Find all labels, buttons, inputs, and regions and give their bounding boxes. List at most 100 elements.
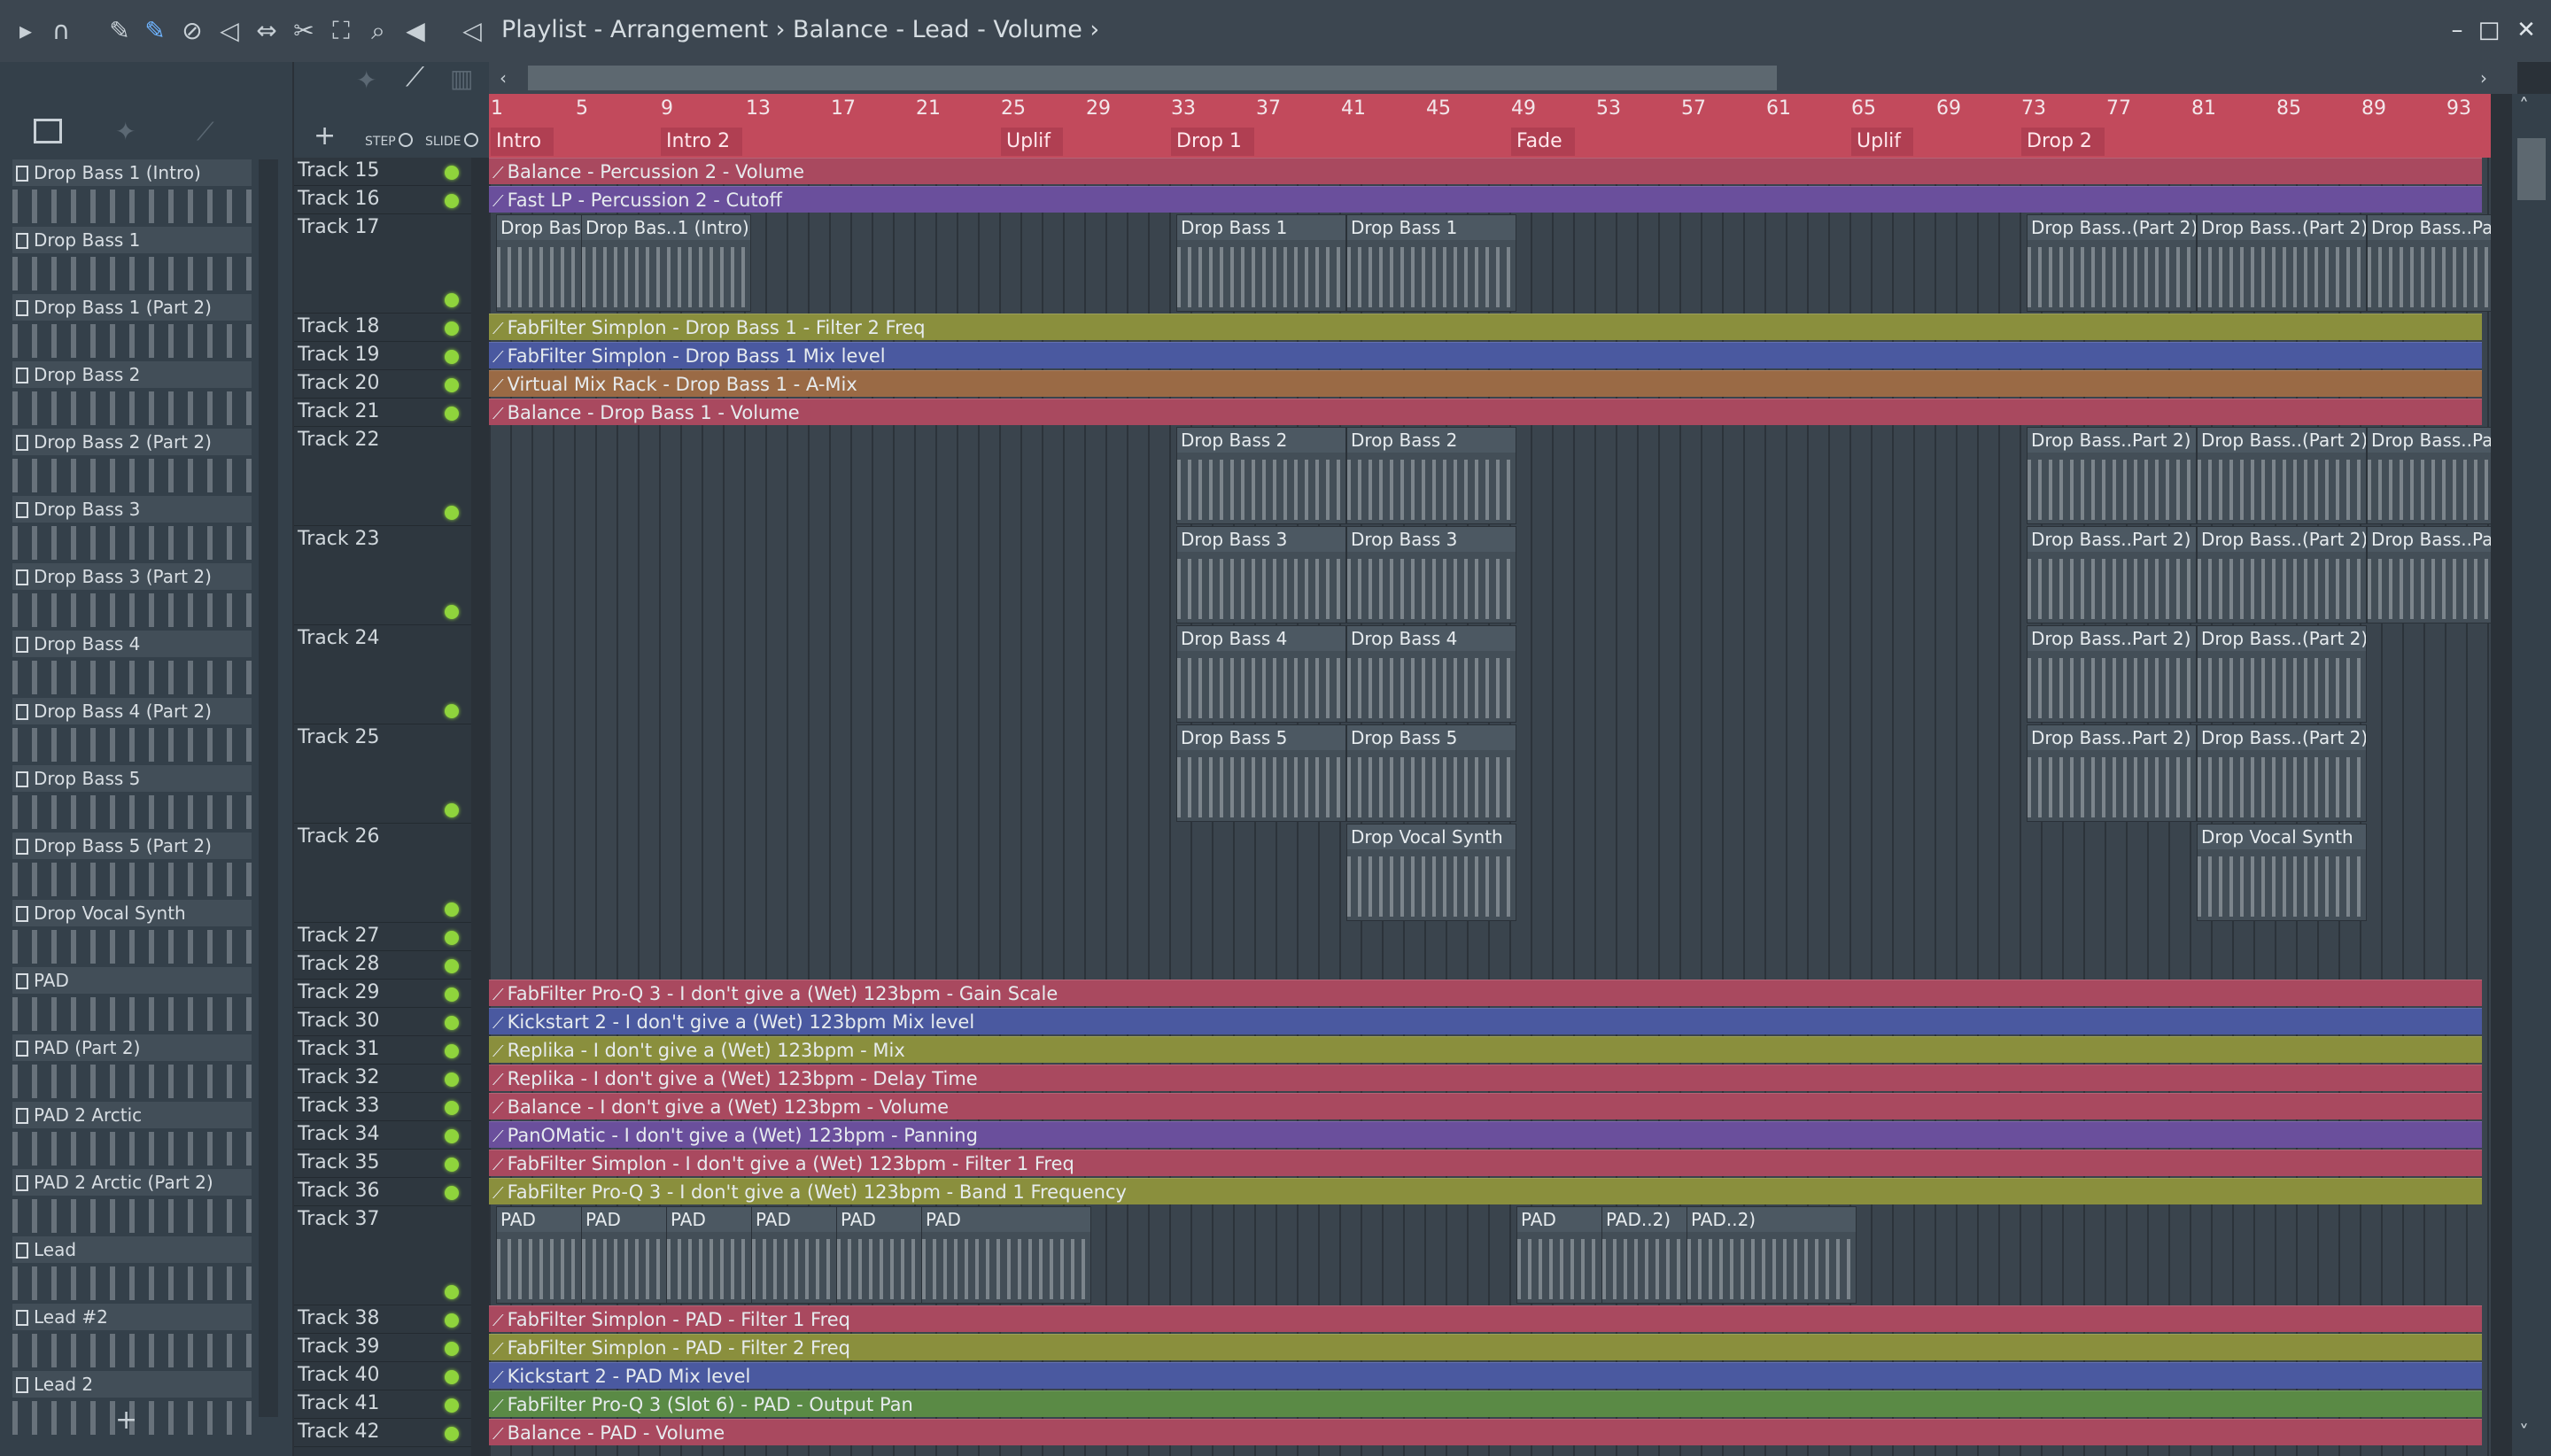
- pattern-item[interactable]: PAD: [12, 967, 252, 1033]
- pattern-clip[interactable]: Drop Bass..(Part 2): [2197, 214, 2367, 312]
- track-header[interactable]: Track 37: [294, 1206, 471, 1305]
- scroll-down-icon[interactable]: ˅: [2519, 1422, 2529, 1444]
- track-header[interactable]: Track 34: [294, 1121, 471, 1150]
- automation-clip[interactable]: ⟋ FabFilter Simplon - Drop Bass 1 - Filte…: [489, 314, 2482, 340]
- track-mute-led[interactable]: [445, 1129, 459, 1143]
- automation-clip[interactable]: ⟋ FabFilter Pro-Q 3 (Slot 6) - PAD - Outp…: [489, 1390, 2482, 1417]
- track-mute-led[interactable]: [445, 506, 459, 520]
- track-header[interactable]: Track 31: [294, 1036, 471, 1065]
- track-mute-led[interactable]: [445, 378, 459, 392]
- pattern-item[interactable]: Drop Bass 2 (Part 2): [12, 429, 252, 494]
- track-header[interactable]: Track 35: [294, 1150, 471, 1178]
- pattern-clip[interactable]: Drop Bass..(Part 2): [2197, 625, 2367, 723]
- timeline-marker[interactable]: Drop 1: [1171, 128, 1254, 156]
- timeline-marker[interactable]: Drop 2: [2021, 128, 2105, 156]
- timeline-marker[interactable]: Uplif: [1001, 128, 1064, 156]
- pattern-clip[interactable]: Drop Bass 3: [1176, 526, 1346, 623]
- slide-toggle[interactable]: [464, 133, 478, 147]
- automation-clip[interactable]: ⟋ Balance - Percussion 2 - Volume: [489, 158, 2482, 184]
- scroll-right-icon[interactable]: ›: [2480, 67, 2487, 89]
- pattern-clip[interactable]: Drop Bass..(Part 2): [2197, 724, 2367, 822]
- pattern-item[interactable]: Drop Vocal Synth: [12, 900, 252, 965]
- pattern-item[interactable]: Drop Bass 5 (Part 2): [12, 833, 252, 898]
- pattern-clip[interactable]: Drop Bass..Part 2): [2027, 724, 2197, 822]
- pattern-clip[interactable]: PAD: [921, 1206, 1091, 1304]
- automation-clip[interactable]: ⟋ PanOMatic - I don't give a (Wet) 123bpm…: [489, 1121, 2482, 1148]
- pattern-clip[interactable]: Drop Bass 5: [1176, 724, 1346, 822]
- track-mute-led[interactable]: [445, 1427, 459, 1441]
- track-mute-led[interactable]: [445, 1186, 459, 1200]
- automation-clip[interactable]: ⟋ Balance - I don't give a (Wet) 123bpm -…: [489, 1093, 2482, 1119]
- scroll-up-icon[interactable]: ˄: [2519, 96, 2529, 118]
- slice-icon[interactable]: ✂: [289, 16, 319, 46]
- maximize-button[interactable]: □: [2473, 14, 2505, 46]
- track-mute-led[interactable]: [445, 407, 459, 421]
- automation-clip[interactable]: ⟋ Kickstart 2 - I don't give a (Wet) 123b…: [489, 1008, 2482, 1034]
- track-mute-led[interactable]: [445, 605, 459, 619]
- track-mute-led[interactable]: [445, 1016, 459, 1030]
- track-header[interactable]: Track 33: [294, 1093, 471, 1121]
- brush-icon[interactable]: ✎: [140, 16, 170, 46]
- pencil-icon[interactable]: ✎: [105, 16, 135, 46]
- pattern-clip[interactable]: Drop Bass 5: [1346, 724, 1516, 822]
- pattern-clip[interactable]: Drop Bass 3: [1346, 526, 1516, 623]
- pattern-item[interactable]: Lead #2: [12, 1304, 252, 1369]
- piano-roll-icon[interactable]: ▥: [450, 64, 473, 93]
- pattern-clip[interactable]: Drop Bass..Part 2): [2027, 427, 2197, 524]
- track-header[interactable]: Track 32: [294, 1065, 471, 1093]
- automation-clip[interactable]: ⟋ Balance - Drop Bass 1 - Volume: [489, 399, 2482, 425]
- timeline-marker[interactable]: Intro 2: [661, 128, 743, 156]
- track-mute-led[interactable]: [445, 194, 459, 208]
- track-header[interactable]: Track 40: [294, 1362, 471, 1390]
- pattern-item[interactable]: Drop Bass 4 (Part 2): [12, 698, 252, 763]
- timeline-marker[interactable]: Intro: [491, 128, 554, 156]
- track-mute-led[interactable]: [445, 987, 459, 1002]
- automation-clip[interactable]: ⟋ FabFilter Simplon - I don't give a (Wet…: [489, 1150, 2482, 1176]
- track-header[interactable]: Track 15: [294, 158, 471, 186]
- track-header[interactable]: Track 29: [294, 980, 471, 1008]
- automation-clip[interactable]: ⟋ Fast LP - Percussion 2 - Cutoff: [489, 186, 2482, 213]
- playback-icon[interactable]: ◁: [457, 16, 487, 46]
- vertical-scrollbar[interactable]: ˄ ˅: [2512, 94, 2551, 1456]
- close-button[interactable]: ✕: [2510, 14, 2542, 46]
- track-mute-led[interactable]: [445, 803, 459, 817]
- pattern-clip[interactable]: Drop Bass 1: [1346, 214, 1516, 312]
- pattern-clip[interactable]: Drop Bass..Part 2): [2027, 625, 2197, 723]
- track-header[interactable]: Track 23: [294, 526, 471, 625]
- timeline-marker[interactable]: Uplif: [1851, 128, 1914, 156]
- track-header[interactable]: Track 24: [294, 625, 471, 724]
- pattern-clip[interactable]: Drop Bass..(Part 2): [2027, 214, 2197, 312]
- vertical-scroll-thumb[interactable]: [2517, 138, 2546, 200]
- track-header[interactable]: Track 22: [294, 427, 471, 526]
- play-arrow-icon[interactable]: ▸: [11, 16, 41, 46]
- add-track-button[interactable]: +: [314, 120, 336, 151]
- scroll-left-icon[interactable]: ‹: [500, 67, 507, 89]
- track-mute-led[interactable]: [445, 1285, 459, 1299]
- playlist-grid[interactable]: ⟋ Balance - Percussion 2 - Volume ⟋ Fast LP…: [489, 158, 2491, 1456]
- track-mute-led[interactable]: [445, 931, 459, 945]
- pattern-item[interactable]: Drop Bass 3: [12, 496, 252, 561]
- pattern-item[interactable]: Drop Bass 1: [12, 227, 252, 292]
- track-mute-led[interactable]: [445, 350, 459, 364]
- track-header[interactable]: Track 39: [294, 1334, 471, 1362]
- track-mute-led[interactable]: [445, 704, 459, 718]
- pattern-item[interactable]: Drop Bass 4: [12, 631, 252, 696]
- automation-clip[interactable]: ⟋ Balance - PAD - Volume: [489, 1419, 2482, 1445]
- track-header[interactable]: Track 28: [294, 951, 471, 980]
- automation-clip[interactable]: ⟋ FabFilter Simplon - PAD - Filter 1 Freq: [489, 1305, 2482, 1332]
- pattern-item[interactable]: PAD 2 Arctic: [12, 1102, 252, 1167]
- pattern-item[interactable]: PAD (Part 2): [12, 1034, 252, 1100]
- track-header[interactable]: Track 27: [294, 923, 471, 951]
- pattern-clip[interactable]: Drop Bass 4: [1346, 625, 1516, 723]
- pattern-item[interactable]: PAD 2 Arctic (Part 2): [12, 1169, 252, 1235]
- pattern-clip[interactable]: Drop Bass..(Part 2): [2197, 427, 2367, 524]
- automation-clip[interactable]: ⟋ Kickstart 2 - PAD Mix level: [489, 1362, 2482, 1389]
- track-mute-led[interactable]: [445, 1101, 459, 1115]
- pattern-clip[interactable]: Drop Bass..Part 2): [2367, 427, 2491, 524]
- track-mute-led[interactable]: [445, 959, 459, 973]
- track-mute-led[interactable]: [445, 293, 459, 307]
- track-mute-led[interactable]: [445, 1313, 459, 1328]
- automation-clip[interactable]: ⟋ Replika - I don't give a (Wet) 123bpm -…: [489, 1065, 2482, 1091]
- track-header[interactable]: Track 38: [294, 1305, 471, 1334]
- track-header[interactable]: Track 20: [294, 370, 471, 399]
